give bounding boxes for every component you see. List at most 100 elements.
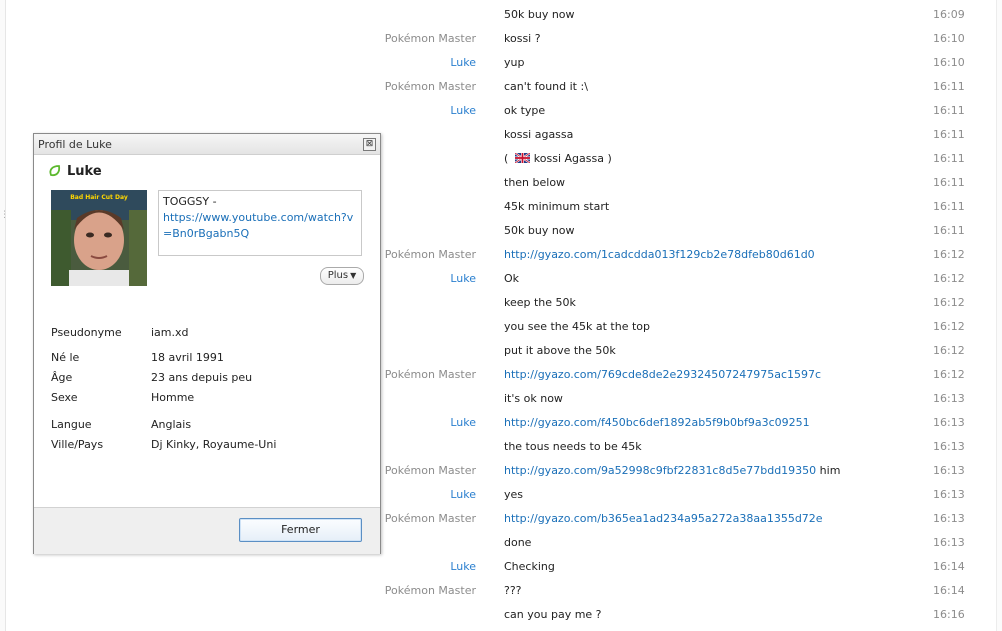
message-sender: Pokémon Master <box>384 584 476 597</box>
message-timestamp: 16:11 <box>933 224 965 237</box>
message-flag-text: kossi Agassa <box>533 152 604 165</box>
message-body: him <box>816 464 841 477</box>
close-button[interactable]: Fermer <box>239 518 362 542</box>
chat-row: Luke Checking 16:14 <box>0 554 990 578</box>
message-body: 50k buy now <box>504 224 575 237</box>
message-timestamp: 16:11 <box>933 200 965 213</box>
message-paren-close: ) <box>603 152 612 165</box>
message-timestamp: 16:14 <box>933 584 965 597</box>
scrollbar[interactable] <box>996 0 1002 631</box>
chat-row: Pokémon Master can't found it :\ 16:11 <box>0 74 990 98</box>
message-body: can you pay me ? <box>504 608 602 621</box>
message-text: yup <box>504 56 524 69</box>
message-text: can't found it :\ <box>504 80 588 93</box>
field-value-location: Dj Kinky, Royaume-Uni <box>151 438 277 451</box>
message-text: ok type <box>504 104 545 117</box>
chat-row: 50k buy now 16:09 <box>0 2 990 26</box>
chat-row: can you pay me ? 16:16 <box>0 602 990 626</box>
uk-flag-icon <box>514 153 530 163</box>
message-body: Ok <box>504 272 520 285</box>
dialog-titlebar[interactable]: Profil de Luke ⊠ <box>34 134 380 155</box>
message-text: keep the 50k <box>504 296 576 309</box>
message-timestamp: 16:14 <box>933 560 965 573</box>
message-text: 50k buy now <box>504 224 575 237</box>
message-sender: Luke <box>450 56 476 69</box>
message-timestamp: 16:10 <box>933 32 965 45</box>
chat-row: Luke yup 16:10 <box>0 50 990 74</box>
mood-link[interactable]: https://www.youtube.com/watch?v=Bn0rBgab… <box>163 210 357 242</box>
message-timestamp: 16:11 <box>933 176 965 189</box>
message-text: Ok <box>504 272 519 285</box>
message-sender: Pokémon Master <box>384 248 476 261</box>
message-link[interactable]: http://gyazo.com/9a52998c9fbf22831c8d5e7… <box>504 464 816 477</box>
message-text: kossi ? <box>504 32 541 45</box>
message-text: you see the 45k at the top <box>504 320 650 333</box>
message-body: 45k minimum start <box>504 200 610 213</box>
field-label-location: Ville/Pays <box>51 438 104 451</box>
message-timestamp: 16:09 <box>933 8 965 21</box>
plus-button[interactable]: Plus ▼ <box>320 267 364 285</box>
profile-name: Luke <box>67 164 102 179</box>
message-timestamp: 16:11 <box>933 128 965 141</box>
message-link[interactable]: http://gyazo.com/769cde8de2e293245072479… <box>504 368 821 381</box>
message-timestamp: 16:11 <box>933 152 965 165</box>
field-label-pseudonyme: Pseudonyme <box>51 326 122 339</box>
message-body: it's ok now <box>504 392 563 405</box>
message-text: put it above the 50k <box>504 344 616 357</box>
message-timestamp: 16:11 <box>933 104 965 117</box>
message-sender: Pokémon Master <box>384 464 476 477</box>
message-body: Checking <box>504 560 555 573</box>
message-sender: Pokémon Master <box>384 368 476 381</box>
chevron-down-icon: ▼ <box>350 271 357 280</box>
message-sender: Luke <box>450 104 476 117</box>
message-text: http://gyazo.com/1cadcdda013f129cb2e78df… <box>504 248 815 261</box>
message-timestamp: 16:12 <box>933 368 965 381</box>
message-body: put it above the 50k <box>504 344 616 357</box>
message-sender: Pokémon Master <box>384 32 476 45</box>
message-timestamp: 16:12 <box>933 248 965 261</box>
message-text: 50k buy now <box>504 8 575 21</box>
chat-row: Pokémon Master??? 16:14 <box>0 578 990 602</box>
field-value-birthdate: 18 avril 1991 <box>151 351 224 364</box>
field-value-sex: Homme <box>151 391 195 404</box>
message-text: http://gyazo.com/769cde8de2e293245072479… <box>504 368 821 381</box>
avatar-caption: Bad Hair Cut Day <box>70 194 128 201</box>
message-timestamp: 16:13 <box>933 464 965 477</box>
message-sender: Luke <box>450 416 476 429</box>
message-body: done <box>504 536 532 549</box>
message-text: http://gyazo.com/b365ea1ad234a95a272a38a… <box>504 512 823 525</box>
message-body: keep the 50k <box>504 296 576 309</box>
profile-dialog: Profil de Luke ⊠ Luke Bad Hair Cut Day T… <box>33 133 381 554</box>
chat-row: Luke ok type 16:11 <box>0 98 990 122</box>
avatar: Bad Hair Cut Day <box>51 190 147 286</box>
plus-label: Plus <box>327 270 349 281</box>
field-label-sex: Sexe <box>51 391 78 404</box>
message-body: yes <box>504 488 524 501</box>
field-label-birthdate: Né le <box>51 351 80 364</box>
message-text: done <box>504 536 531 549</box>
message-text: it's ok now <box>504 392 563 405</box>
message-sender: Luke <box>450 560 476 573</box>
message-timestamp: 16:12 <box>933 344 965 357</box>
message-paren-open: ( <box>504 152 512 165</box>
message-timestamp: 16:13 <box>933 416 965 429</box>
field-label-language: Langue <box>51 418 92 431</box>
message-link[interactable]: http://gyazo.com/1cadcdda013f129cb2e78df… <box>504 248 815 261</box>
message-text: yes <box>504 488 523 501</box>
message-link[interactable]: http://gyazo.com/b365ea1ad234a95a272a38a… <box>504 512 823 525</box>
message-timestamp: 16:16 <box>933 608 965 621</box>
field-value-age: 23 ans depuis peu <box>151 371 253 384</box>
message-link[interactable]: http://gyazo.com/f450bc6def1892ab5f9b0bf… <box>504 416 810 429</box>
close-icon[interactable]: ⊠ <box>363 138 376 151</box>
message-text: can you pay me ? <box>504 608 602 621</box>
field-value-language: Anglais <box>151 418 192 431</box>
message-timestamp: 16:12 <box>933 272 965 285</box>
dialog-title: Profil de Luke <box>38 138 112 151</box>
message-body: kossi agassa <box>504 128 574 141</box>
message-text: 45k minimum start <box>504 200 609 213</box>
message-text: then below <box>504 176 565 189</box>
message-timestamp: 16:13 <box>933 536 965 549</box>
message-text: Checking <box>504 560 555 573</box>
message-body: ok type <box>504 104 546 117</box>
message-text: ( kossi Agassa ) <box>504 152 612 165</box>
